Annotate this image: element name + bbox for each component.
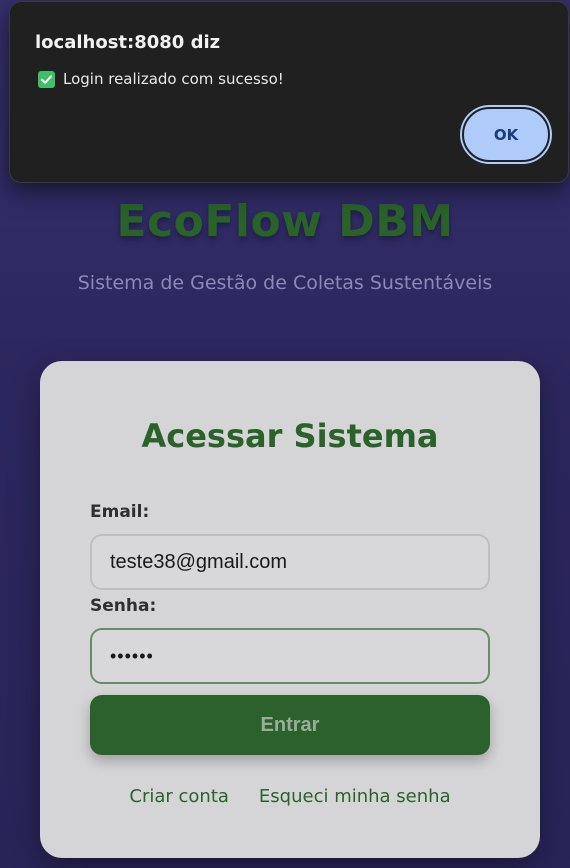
- alert-dialog: localhost:8080 diz Login realizado com s…: [9, 1, 569, 183]
- dialog-message: Login realizado com sucesso!: [38, 70, 284, 88]
- dialog-title: localhost:8080 diz: [35, 32, 221, 53]
- dialog-message-text: Login realizado com sucesso!: [63, 70, 284, 88]
- ok-button[interactable]: OK: [462, 107, 550, 162]
- check-box-icon: [38, 70, 55, 88]
